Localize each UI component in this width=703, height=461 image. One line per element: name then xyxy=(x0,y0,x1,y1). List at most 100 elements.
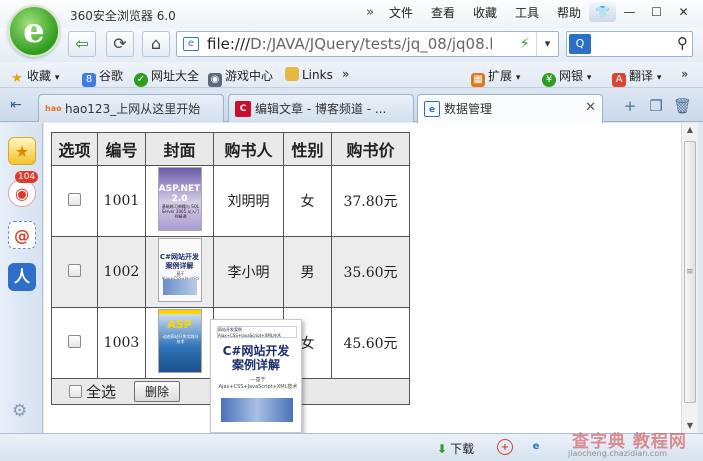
bookmark-favorites[interactable]: ★ 收藏 ▾ xyxy=(10,67,59,86)
table-row: 1001 ASP.NET 2.0 基础练习典籍与 SQL Server 2005… xyxy=(51,165,410,237)
back-arrow-icon: ⇦ xyxy=(75,34,89,53)
vertical-scrollbar[interactable]: ▲ ≡ ▼ xyxy=(681,123,698,433)
window-controls: 👕 — ☐ ✕ xyxy=(589,2,697,22)
browser-logo-icon[interactable]: e xyxy=(8,5,60,57)
email-icon[interactable]: @ xyxy=(8,221,36,249)
header-gender: 性别 xyxy=(283,132,332,166)
table-row: 1002 C#网站开发案例详解 基于Ajax+CSS+JavaScript+XM… xyxy=(51,236,410,308)
menu-file[interactable]: 文件 xyxy=(380,5,422,21)
cover-cell: ASP.NET 2.0 基础练习典籍与 SQL Server 2005 从入门到… xyxy=(145,165,214,237)
refresh-icon: ⟳ xyxy=(113,34,127,53)
tab-hao123[interactable]: hao hao123_上网从这里开始 xyxy=(38,94,224,122)
bookmark-translate[interactable]: A 翻译 ▾ xyxy=(612,67,661,87)
extensions-icon: ▦ xyxy=(471,73,485,87)
tab-blog-edit[interactable]: C 编辑文章 - 博客频道 - ... xyxy=(228,94,414,122)
book-cover-image[interactable]: ASP.NET 2.0 基础练习典籍与 SQL Server 2005 从入门到… xyxy=(157,167,202,231)
gamepad-icon: ◉ xyxy=(208,73,222,87)
refresh-button[interactable]: ⟳ xyxy=(106,31,134,57)
tab-close-icon[interactable]: ✕ xyxy=(585,100,596,115)
left-sidebar: ★ 104 ◉ @ 人 ⚙ xyxy=(0,123,43,433)
hao123-favicon-icon: hao xyxy=(45,104,62,113)
sidebar-toggle-icon[interactable]: ⇤ xyxy=(6,96,26,114)
url-text[interactable]: file:///D:/JAVA/JQuery/tests/jq_08/jq08.… xyxy=(207,35,492,53)
bookmarks-more-icon[interactable]: » xyxy=(342,67,349,81)
restore-tab-icon[interactable]: ❐ xyxy=(647,97,665,115)
cover-preview-popup: 网站开发案例 Ajax+CSS+JavaScript+XML技术 C#网站开发案… xyxy=(210,319,302,433)
menu-view[interactable]: 查看 xyxy=(422,5,464,21)
weibo-badge: 104 xyxy=(15,171,39,183)
app-title: 360安全浏览器 6.0 xyxy=(70,9,176,23)
table-header-row: 选项 编号 封面 购书人 性别 购书价 xyxy=(51,132,410,166)
star-icon: ★ xyxy=(11,71,23,86)
book-price: 35.60元 xyxy=(331,236,410,308)
row-checkbox[interactable] xyxy=(68,263,81,277)
menu-tools[interactable]: 工具 xyxy=(506,5,548,21)
ie-mode-icon[interactable]: e xyxy=(528,439,544,455)
buyer-name: 李小明 xyxy=(213,236,284,308)
book-id: 1001 xyxy=(97,165,146,237)
menu-bar: » 文件 查看 收藏 工具 帮助 xyxy=(360,5,590,21)
header-select: 选项 xyxy=(51,132,98,166)
delete-button[interactable]: 删除 xyxy=(134,381,181,402)
scroll-up-icon[interactable]: ▲ xyxy=(682,125,698,134)
book-cover-image[interactable]: C#网站开发案例详解 基于Ajax+CSS+JavaScript+XML技术 xyxy=(157,238,202,302)
new-tab-icon[interactable]: + xyxy=(621,97,639,115)
book-price: 37.80元 xyxy=(331,165,410,237)
weibo-icon[interactable]: ◉ xyxy=(8,179,36,207)
bookmark-extensions[interactable]: ▦ 扩展 ▾ xyxy=(471,67,520,87)
home-button[interactable]: ⌂ xyxy=(142,31,170,57)
header-buyer: 购书人 xyxy=(213,132,284,166)
back-button[interactable]: ⇦ xyxy=(68,31,96,57)
download-icon: ⬇ xyxy=(437,442,448,456)
favorites-star-icon[interactable]: ★ xyxy=(8,137,36,165)
row-checkbox[interactable] xyxy=(68,192,81,206)
watermark-url: jiaocheng.chazidian.com xyxy=(568,449,668,458)
search-box[interactable]: Q ⚲ xyxy=(566,31,693,57)
scroll-grip-icon: ≡ xyxy=(686,267,694,277)
menu-overflow-icon[interactable]: » xyxy=(360,5,380,21)
tab-bar: ⇤ hao hao123_上网从这里开始 C 编辑文章 - 博客频道 - ...… xyxy=(0,88,703,123)
bookmark-site-directory[interactable]: ✓ 网址大全 xyxy=(134,67,199,87)
page-icon: e xyxy=(183,37,199,51)
maximize-button[interactable]: ☐ xyxy=(643,2,670,22)
google-icon: 8 xyxy=(82,73,96,87)
home-icon: ⌂ xyxy=(150,34,162,53)
renren-icon[interactable]: 人 xyxy=(8,263,36,291)
search-icon[interactable]: ⚲ xyxy=(677,34,688,52)
cover-cell: C#网站开发案例详解 基于Ajax+CSS+JavaScript+XML技术 xyxy=(145,236,214,308)
bookmark-netbank[interactable]: ¥ 网银 ▾ xyxy=(542,67,591,87)
translate-icon: A xyxy=(612,73,626,87)
popup-book-subtitle: —基于Ajax+CSS+JavaScript+XML技术 xyxy=(218,377,298,390)
bookmark-game-center[interactable]: ◉ 游戏中心 xyxy=(208,67,273,87)
close-button[interactable]: ✕ xyxy=(670,2,697,22)
menu-help[interactable]: 帮助 xyxy=(548,5,590,21)
gear-icon[interactable]: ⚙ xyxy=(12,401,27,421)
bookmark-google[interactable]: 8 谷歌 xyxy=(82,67,123,87)
select-all-checkbox[interactable] xyxy=(69,385,82,398)
skin-icon[interactable]: 👕 xyxy=(589,2,616,22)
minimize-button[interactable]: — xyxy=(616,2,643,22)
bookmarks-right-more-icon[interactable]: » xyxy=(681,67,688,81)
row-select-cell xyxy=(51,236,98,308)
row-checkbox[interactable] xyxy=(68,334,81,348)
title-bar: e 360安全浏览器 6.0 » 文件 查看 收藏 工具 帮助 👕 — ☐ ✕ xyxy=(0,0,703,57)
tab-data-management[interactable]: e 数据管理 ✕ xyxy=(417,94,603,123)
row-select-cell xyxy=(51,307,98,379)
address-dropdown-icon[interactable]: ▾ xyxy=(536,32,558,56)
bookmark-links[interactable]: Links xyxy=(285,67,333,82)
menu-favorites[interactable]: 收藏 xyxy=(464,5,506,21)
netbank-icon: ¥ xyxy=(542,73,556,87)
address-bar[interactable]: e file:///D:/JAVA/JQuery/tests/jq_08/jq0… xyxy=(176,31,559,57)
select-all-label: 全选 xyxy=(86,383,117,401)
site-directory-icon: ✓ xyxy=(134,73,148,87)
book-id: 1003 xyxy=(97,307,146,379)
speed-mode-icon[interactable]: ⚡ xyxy=(520,36,530,52)
ie-page-favicon-icon: e xyxy=(424,101,440,117)
book-id: 1002 xyxy=(97,236,146,308)
popup-cover-art xyxy=(221,398,293,422)
add-icon[interactable]: + xyxy=(497,439,513,455)
book-cover-image[interactable]: ASP 动态网站开发实践与技术 xyxy=(157,309,202,373)
search-engine-icon[interactable]: Q xyxy=(569,34,591,54)
download-button[interactable]: ⬇ 下载 xyxy=(437,440,474,457)
trash-icon[interactable]: 🗑 xyxy=(673,97,692,115)
